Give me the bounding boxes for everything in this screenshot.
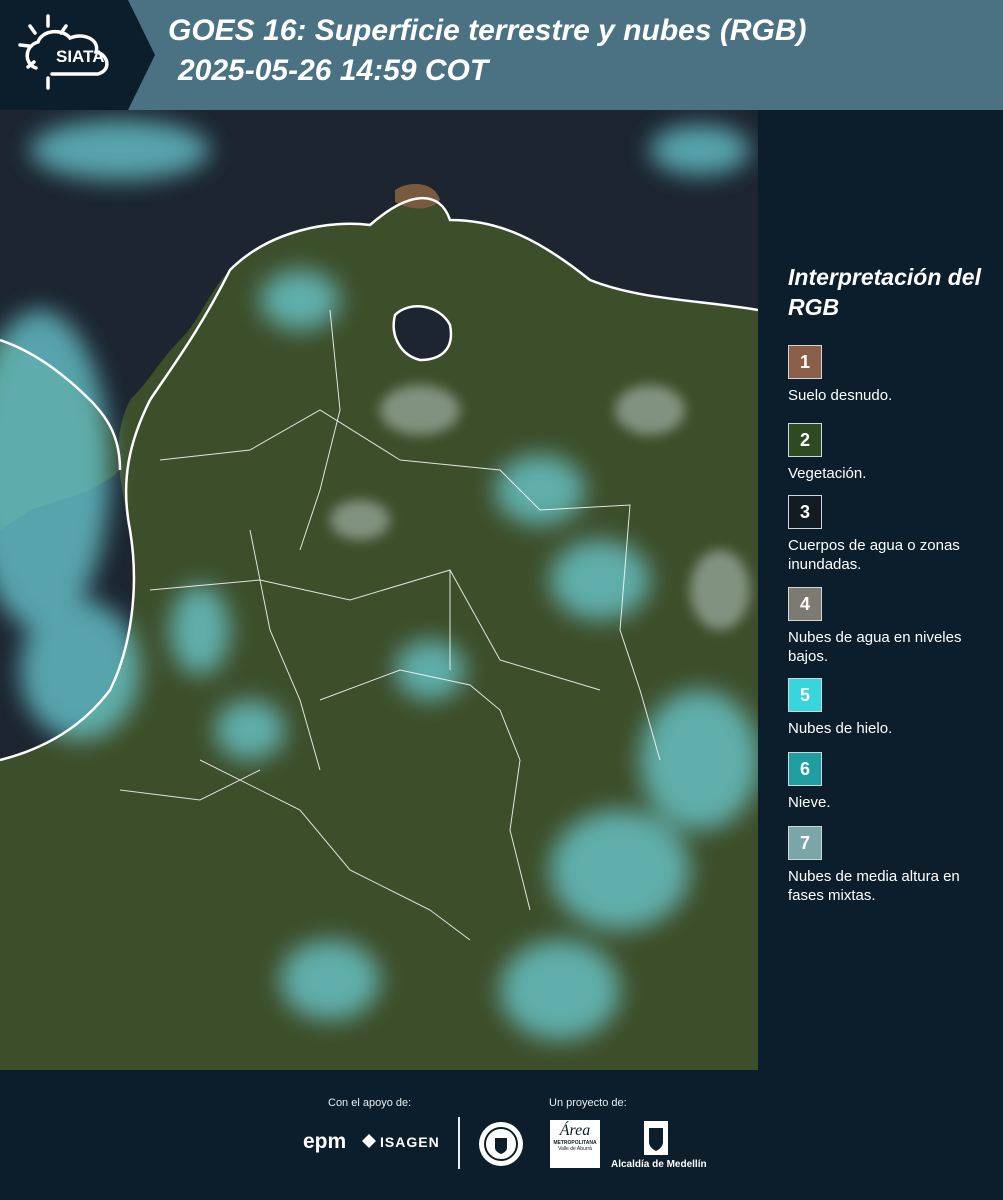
legend-label: Nubes de media altura en fases mixtas. (788, 868, 960, 904)
legend-swatch: 7 (788, 826, 822, 860)
header: SIATA GOES 16: Superficie terrestre y nu… (0, 0, 1003, 110)
legend-swatch: 6 (788, 752, 822, 786)
siata-logo-text: SIATA (56, 47, 104, 66)
area-metropolitana-logo: Área METROPOLITANA Valle de Aburrá (550, 1120, 600, 1168)
area-metro-title: Área (559, 1122, 591, 1139)
legend-swatch: 2 (788, 423, 822, 457)
alcaldia-label: Alcaldía de Medellín (611, 1159, 707, 1170)
alcaldia-crest-icon (643, 1120, 669, 1156)
legend-title: Interpretación del RGB (788, 264, 981, 320)
footer: Con el apoyo de: Un proyecto de: epm ISA… (0, 1070, 1003, 1200)
legend-item: 2 Vegetación. (788, 423, 998, 483)
epm-logo: epm (303, 1130, 347, 1153)
legend-label: Cuerpos de agua o zonas inundadas. (788, 537, 960, 573)
isagen-logo: ISAGEN (380, 1134, 440, 1150)
legend-label: Nubes de agua en niveles bajos. (788, 629, 962, 665)
legend-swatch: 3 (788, 495, 822, 529)
legend-item: 7 Nubes de media altura en fases mixtas. (788, 826, 998, 905)
siata-logo: SIATA (0, 0, 155, 110)
legend-swatch: 1 (788, 345, 822, 379)
legend-item: 5 Nubes de hielo. (788, 678, 998, 738)
footer-divider (458, 1117, 460, 1169)
legend-item: 1 Suelo desnudo. (788, 345, 998, 405)
isagen-icon (362, 1134, 376, 1148)
area-metro-sub2: Valle de Aburrá (558, 1146, 592, 1152)
satellite-map (0, 110, 758, 1070)
legend-swatch: 5 (788, 678, 822, 712)
project-label: Un proyecto de: (549, 1097, 627, 1109)
legend-label: Nubes de hielo. (788, 720, 893, 737)
legend-panel: Interpretación del RGB 1 Suelo desnudo. 2 V… (760, 110, 1003, 1070)
legend-label: Vegetación. (788, 465, 867, 482)
legend-item: 6 Nieve. (788, 752, 998, 812)
legend-label: Nieve. (788, 794, 831, 811)
legend-swatch: 4 (788, 587, 822, 621)
page-title: GOES 16: Superficie terrestre y nubes (R… (168, 14, 807, 47)
support-label: Con el apoyo de: (328, 1097, 412, 1109)
legend-item: 4 Nubes de agua en niveles bajos. (788, 587, 998, 666)
legend-item: 3 Cuerpos de agua o zonas inundadas. (788, 495, 998, 574)
legend-label: Suelo desnudo. (788, 387, 893, 404)
page-timestamp: 2025-05-26 14:59 COT (178, 54, 489, 87)
medellin-seal-icon (477, 1120, 525, 1168)
